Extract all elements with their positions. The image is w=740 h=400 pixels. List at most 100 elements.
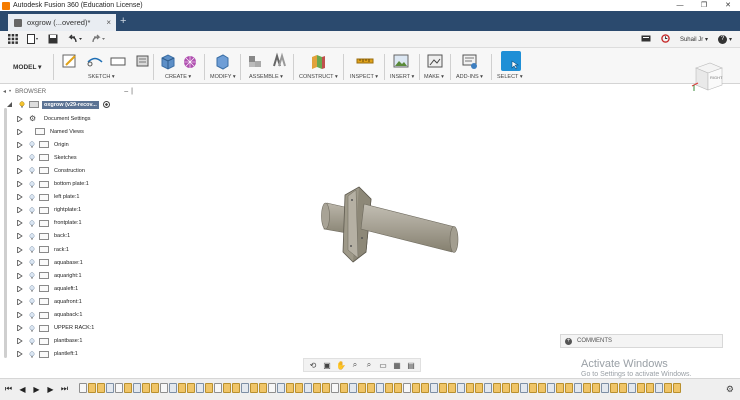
timeline-feature-icon[interactable] xyxy=(412,383,420,393)
visibility-bulb-icon[interactable] xyxy=(29,141,35,148)
browser-tree-item[interactable]: rightplate:1 xyxy=(17,204,83,217)
visibility-bulb-icon[interactable] xyxy=(29,220,35,227)
visibility-bulb-icon[interactable] xyxy=(29,206,35,214)
timeline-feature-icon[interactable] xyxy=(673,383,681,393)
expand-triangle-icon[interactable] xyxy=(17,259,23,266)
offset-plane-icon[interactable] xyxy=(310,52,326,70)
browser-tree-item[interactable]: aquafront:1 xyxy=(17,295,84,308)
timeline-feature-icon[interactable] xyxy=(268,383,276,393)
browser-tree-item[interactable]: aquaright:1 xyxy=(17,269,84,282)
browser-tree-item[interactable]: UPPER RACK:1 xyxy=(17,322,96,335)
browser-scrollbar[interactable] xyxy=(4,108,7,358)
timeline-feature-icon[interactable] xyxy=(196,383,204,393)
expand-triangle-icon[interactable] xyxy=(17,272,23,279)
maximize-button[interactable]: ❐ xyxy=(692,0,716,11)
timeline-feature-icon[interactable] xyxy=(529,383,537,393)
timeline-feature-icon[interactable] xyxy=(349,383,357,393)
insert-image-icon[interactable] xyxy=(393,52,409,70)
expand-triangle-icon[interactable] xyxy=(17,325,23,332)
visibility-bulb-icon[interactable] xyxy=(29,246,35,253)
timeline-feature-icon[interactable] xyxy=(520,383,528,393)
timeline-feature-icon[interactable] xyxy=(385,383,393,393)
timeline-feature-icon[interactable] xyxy=(304,383,312,393)
visibility-bulb-icon[interactable] xyxy=(19,101,25,108)
sketch-line-icon[interactable] xyxy=(86,52,103,70)
save-icon[interactable] xyxy=(46,33,60,45)
browser-tree-item[interactable]: Origin xyxy=(17,138,71,151)
browser-tree-item[interactable]: left plate:1 xyxy=(17,191,81,204)
browser-tree-item[interactable]: ⚙ Document Settings xyxy=(17,112,92,125)
timeline-feature-icon[interactable] xyxy=(331,383,339,393)
user-menu[interactable]: Suhail Jr ▾ xyxy=(680,36,708,43)
visibility-bulb-icon[interactable] xyxy=(29,285,35,292)
timeline-feature-icon[interactable] xyxy=(619,383,627,393)
make-group-label[interactable]: MAKE ▾ xyxy=(424,74,444,80)
create-sketch-icon[interactable] xyxy=(62,52,78,70)
display-settings-icon[interactable]: ▭ xyxy=(377,360,389,370)
create-group-label[interactable]: CREATE ▾ xyxy=(165,74,191,80)
shaft-flange-model[interactable] xyxy=(0,84,740,376)
timeline-feature-icon[interactable] xyxy=(394,383,402,393)
timeline-feature-icon[interactable] xyxy=(601,383,609,393)
timeline-feature-icon[interactable] xyxy=(133,383,141,393)
timeline-feature-icon[interactable] xyxy=(556,383,564,393)
visibility-bulb-icon[interactable] xyxy=(29,337,35,345)
expand-triangle-icon[interactable] xyxy=(17,154,23,161)
timeline-feature-icon[interactable] xyxy=(205,383,213,393)
timeline-feature-icon[interactable] xyxy=(493,383,501,393)
timeline-feature-icon[interactable] xyxy=(169,383,177,393)
timeline-feature-icon[interactable] xyxy=(79,383,87,393)
browser-pin-line[interactable]: | xyxy=(131,88,133,95)
browser-toggle-icon[interactable]: • xyxy=(9,89,11,95)
timeline-feature-icon[interactable] xyxy=(241,383,249,393)
select-group-label[interactable]: SELECT ▾ xyxy=(497,74,523,80)
3d-print-icon[interactable] xyxy=(427,52,443,70)
timeline-feature-icon[interactable] xyxy=(97,383,105,393)
viewcube[interactable]: RIGHT xyxy=(690,58,724,94)
form-icon[interactable] xyxy=(182,52,198,70)
timeline-feature-icon[interactable] xyxy=(277,383,285,393)
timeline-feature-icon[interactable] xyxy=(187,383,195,393)
browser-tree-item[interactable]: bottom plate:1 xyxy=(17,178,91,191)
scripts-addins-icon[interactable] xyxy=(462,52,478,70)
orbit-icon[interactable]: ⟲ xyxy=(307,360,319,370)
new-component-icon[interactable] xyxy=(247,52,263,70)
play-icon[interactable]: ▶ xyxy=(31,383,42,395)
browser-tree-item[interactable]: aquaback:1 xyxy=(17,309,84,322)
add-comment-icon[interactable]: + xyxy=(565,337,572,345)
design-canvas[interactable]: RIGHT xyxy=(0,62,740,376)
expand-triangle-icon[interactable] xyxy=(17,167,23,174)
timeline-feature-icon[interactable] xyxy=(286,383,294,393)
timeline-feature-icon[interactable] xyxy=(151,383,159,393)
browser-tree-item[interactable]: Named Views xyxy=(17,125,86,138)
expand-triangle-icon[interactable] xyxy=(17,338,23,345)
visibility-bulb-icon[interactable] xyxy=(29,259,35,266)
joint-icon[interactable] xyxy=(271,52,287,70)
expand-triangle-icon[interactable] xyxy=(17,115,23,122)
timeline-feature-icon[interactable] xyxy=(340,383,348,393)
timeline-feature-icon[interactable] xyxy=(637,383,645,393)
browser-tree-item[interactable]: aqualeft:1 xyxy=(17,282,80,295)
timeline-feature-icon[interactable] xyxy=(646,383,654,393)
timeline-feature-icon[interactable] xyxy=(628,383,636,393)
expand-triangle-icon[interactable] xyxy=(17,181,23,187)
job-status-icon[interactable] xyxy=(641,35,651,45)
measure-icon[interactable] xyxy=(356,52,374,70)
visibility-bulb-icon[interactable] xyxy=(29,193,35,201)
timeline-feature-icon[interactable] xyxy=(592,383,600,393)
step-forward-icon[interactable]: ▶ xyxy=(45,383,56,395)
press-pull-icon[interactable] xyxy=(214,52,230,70)
timeline-feature-icon[interactable] xyxy=(457,383,465,393)
minimize-button[interactable]: — xyxy=(668,0,692,11)
visibility-bulb-icon[interactable] xyxy=(29,298,35,305)
timeline-feature-icon[interactable] xyxy=(115,383,123,393)
document-tab[interactable]: oxgrow (...overed)* × xyxy=(8,14,116,31)
undo-icon[interactable] xyxy=(66,33,84,45)
step-back-icon[interactable]: ◀ xyxy=(17,383,28,395)
timeline-feature-icon[interactable] xyxy=(574,383,582,393)
timeline-feature-icon[interactable] xyxy=(124,383,132,393)
timeline-feature-icon[interactable] xyxy=(439,383,447,393)
browser-tree-item[interactable]: back:1 xyxy=(17,230,72,243)
timeline-feature-icon[interactable] xyxy=(322,383,330,393)
timeline-settings-gear-icon[interactable]: ⚙ xyxy=(726,384,734,395)
